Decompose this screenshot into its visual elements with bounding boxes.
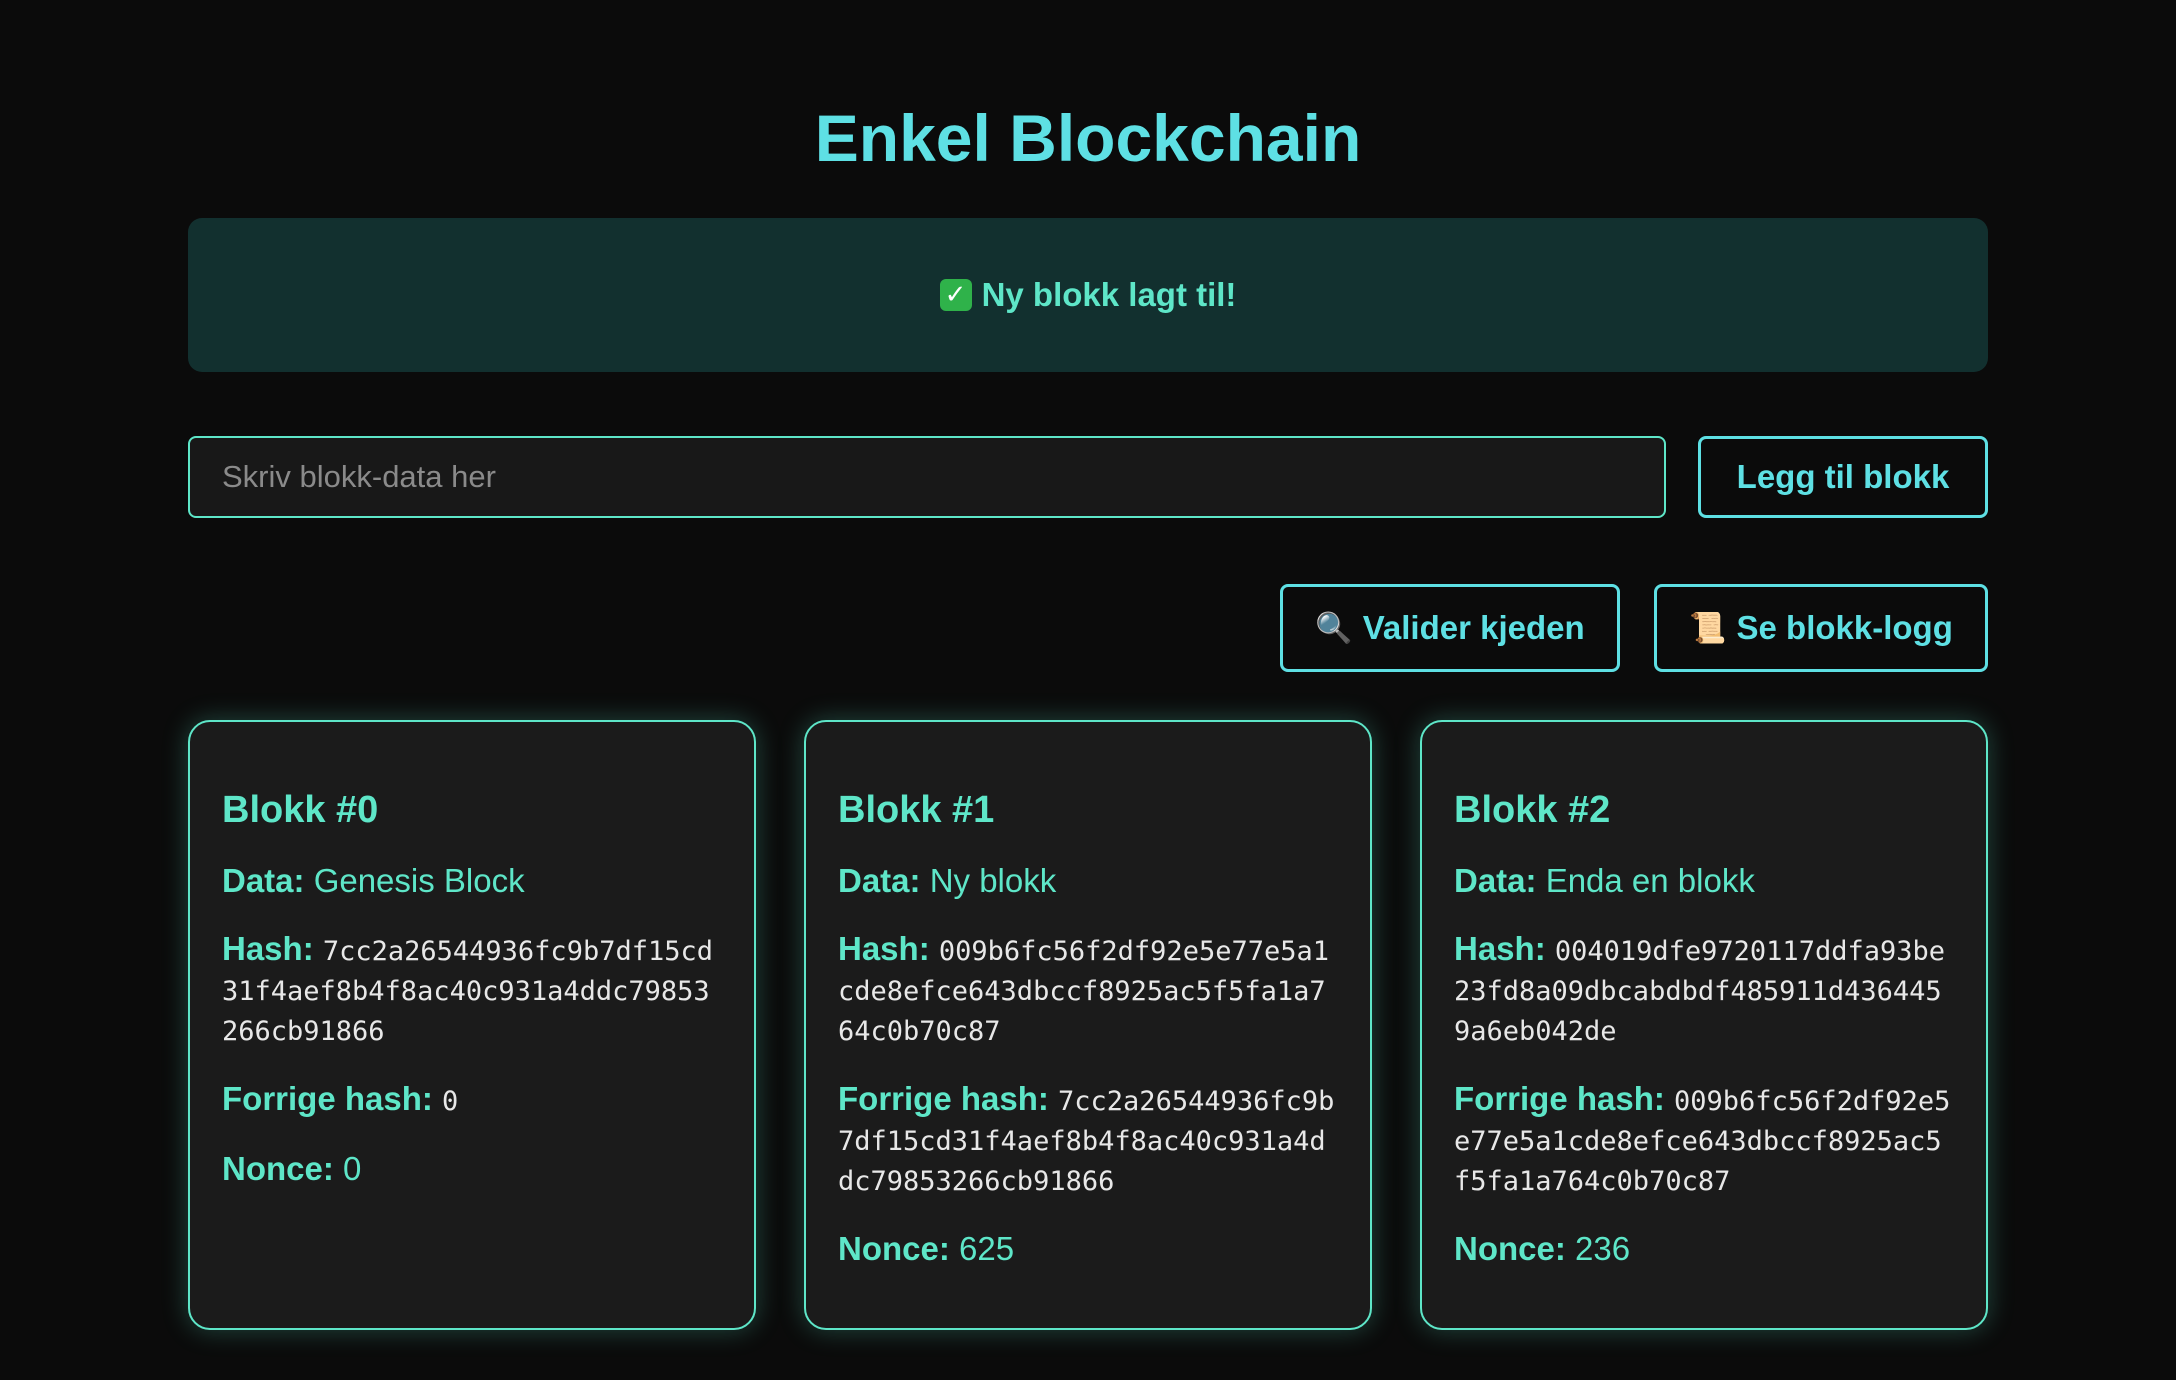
block-nonce-field: Nonce: 236 <box>1454 1230 1954 1268</box>
page-title: Enkel Blockchain <box>814 101 1362 175</box>
block-previous-hash-value: 0 <box>442 1086 459 1117</box>
nonce-label: Nonce: <box>222 1150 344 1187</box>
block-nonce-value: 625 <box>959 1230 1015 1267</box>
data-label: Data: <box>838 862 930 899</box>
page: Enkel Blockchain ✓ Ny blokk lagt til! Le… <box>0 0 2176 1380</box>
view-block-log-label: Se blokk-logg <box>1736 609 1953 646</box>
block-nonce-value: 0 <box>343 1150 362 1187</box>
block-previous-hash-field: Forrige hash: 009b6fc56f2df92e5e77e5a1cd… <box>1454 1080 1954 1200</box>
nonce-label: Nonce: <box>1454 1230 1576 1267</box>
hash-label: Hash: <box>222 930 323 967</box>
notice-text: Ny blokk lagt til! <box>981 276 1237 313</box>
block-hash-field: Hash: 009b6fc56f2df92e5e77e5a1cde8efce64… <box>838 930 1338 1050</box>
block-nonce-field: Nonce: 625 <box>838 1230 1338 1268</box>
block-data-input[interactable] <box>188 436 1666 518</box>
block-previous-hash-field: Forrige hash: 0 <box>222 1080 722 1120</box>
add-block-button[interactable]: Legg til blokk <box>1698 436 1988 518</box>
check-mark-icon: ✓ <box>939 279 972 311</box>
magnifier-icon: 🔍 <box>1315 610 1353 646</box>
block-data-field: Data: Genesis Block <box>222 862 722 900</box>
block-data-field: Data: Ny blokk <box>838 862 1338 900</box>
block-data-value: Ny blokk <box>929 862 1057 899</box>
previous-hash-label: Forrige hash: <box>222 1080 443 1117</box>
success-notice: ✓ Ny blokk lagt til! <box>188 218 1988 372</box>
block-title: Blokk #1 <box>838 789 995 831</box>
block-card: Blokk #2 Data: Enda en blokk Hash: 00401… <box>1420 720 1988 1330</box>
validate-chain-button[interactable]: 🔍 Valider kjeden <box>1280 584 1620 672</box>
view-block-log-button[interactable]: 📜 Se blokk-logg <box>1654 584 1988 672</box>
nonce-label: Nonce: <box>838 1230 960 1267</box>
block-nonce-value: 236 <box>1575 1230 1631 1267</box>
block-hash-field: Hash: 004019dfe9720117ddfa93be23fd8a09db… <box>1454 930 1954 1050</box>
data-label: Data: <box>1454 862 1546 899</box>
block-data-value: Enda en blokk <box>1545 862 1755 899</box>
block-title: Blokk #2 <box>1454 789 1611 831</box>
block-nonce-field: Nonce: 0 <box>222 1150 722 1188</box>
previous-hash-label: Forrige hash: <box>838 1080 1059 1117</box>
block-data-field: Data: Enda en blokk <box>1454 862 1954 900</box>
hash-label: Hash: <box>838 930 939 967</box>
scroll-icon: 📜 <box>1689 610 1727 646</box>
block-card: Blokk #1 Data: Ny blokk Hash: 009b6fc56f… <box>804 720 1372 1330</box>
add-block-label: Legg til blokk <box>1736 458 1950 495</box>
block-previous-hash-field: Forrige hash: 7cc2a26544936fc9b7df15cd31… <box>838 1080 1338 1200</box>
block-data-value: Genesis Block <box>313 862 525 899</box>
block-hash-field: Hash: 7cc2a26544936fc9b7df15cd31f4aef8b4… <box>222 930 722 1050</box>
previous-hash-label: Forrige hash: <box>1454 1080 1675 1117</box>
block-title: Blokk #0 <box>222 789 379 831</box>
hash-label: Hash: <box>1454 930 1555 967</box>
validate-chain-label: Valider kjeden <box>1362 609 1585 646</box>
block-card: Blokk #0 Data: Genesis Block Hash: 7cc2a… <box>188 720 756 1330</box>
data-label: Data: <box>222 862 314 899</box>
